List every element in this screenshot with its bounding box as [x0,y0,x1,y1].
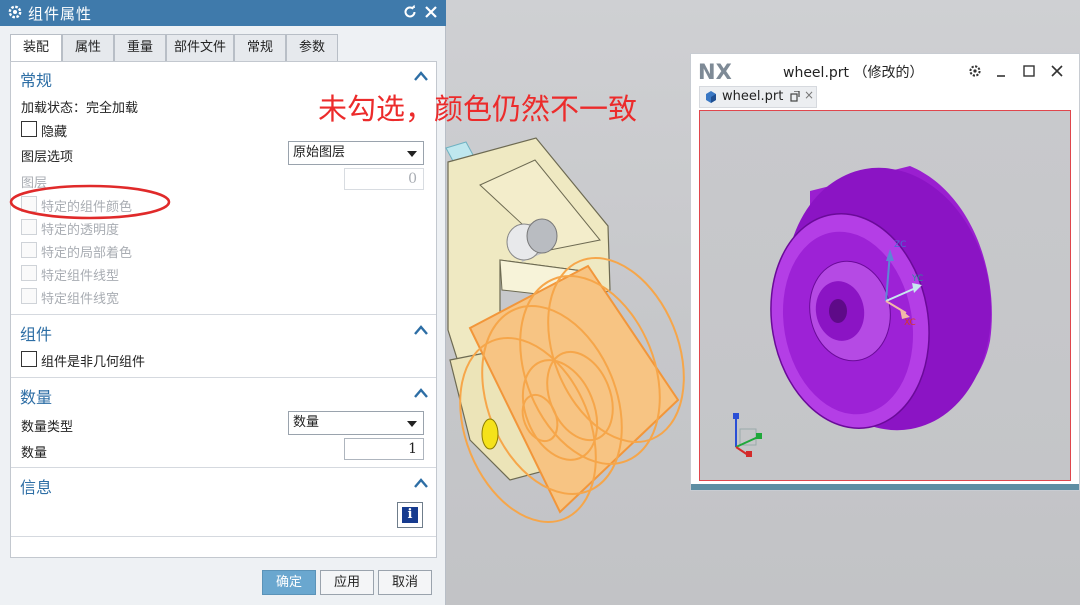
quantity-type-select[interactable]: 数量 [288,411,424,435]
section-divider [11,536,436,537]
tab-weight[interactable]: 重量 [114,34,166,62]
tab-bar: 装配 属性 重量 部件文件 常规 参数 [10,34,438,63]
cancel-button[interactable]: 取消 [378,570,432,595]
hidden-label: 隐藏 [41,125,68,140]
chevron-up-icon[interactable] [414,71,428,81]
specific-line-type-checkbox[interactable] [21,265,37,281]
section-divider [11,377,436,378]
assembly-viewport-scene [445,137,685,523]
ok-button[interactable]: 确定 [262,570,316,595]
non-geometric-checkbox[interactable] [21,351,37,367]
layer-option-select[interactable]: 原始图层 [288,141,424,165]
view-triad-icon [733,413,762,457]
reset-icon[interactable] [402,4,418,20]
highlight-ellipse [9,184,171,220]
close-icon[interactable] [1049,63,1065,79]
tab-close-icon[interactable]: × [804,88,814,102]
tab-parameters[interactable]: 参数 [286,34,338,62]
specific-partial-shading-checkbox[interactable] [21,242,37,258]
maximize-icon[interactable] [1021,63,1037,79]
gear-icon[interactable] [967,63,983,79]
section-info-title: 信息 [20,478,53,497]
tab-content-panel: 常规 加载状态：完全加载 隐藏 图层选项 原始图层 图层 0 特定的组件颜色 特… [10,61,437,558]
close-icon[interactable] [424,4,438,20]
tab-general[interactable]: 常规 [234,34,286,62]
section-quantity-header[interactable]: 数量 [11,381,436,407]
axis-label-z: ZC [894,240,906,250]
load-status-text: 加载状态：完全加载 [21,101,139,116]
non-geometric-label: 组件是非几何组件 [41,355,146,370]
layer-option-value: 原始图层 [293,145,346,160]
chevron-up-icon[interactable] [414,325,428,335]
apply-button[interactable]: 应用 [320,570,374,595]
section-general-title: 常规 [20,71,53,90]
graphics-area[interactable]: ZC YC XC [699,110,1071,481]
specific-line-type-label: 特定组件线型 [41,269,120,284]
info-button[interactable]: i [397,502,423,528]
layer-option-label: 图层选项 [21,150,74,165]
file-tab[interactable]: wheel.prt × [699,86,817,108]
axis-label-x: XC [904,318,916,328]
part-file-icon [706,91,716,103]
dialog-title: 组件属性 [28,5,93,23]
nx-logo: NX [698,60,732,84]
quantity-field[interactable]: 1 [344,438,424,460]
chevron-up-icon[interactable] [414,388,428,398]
layer-field[interactable]: 0 [344,168,424,190]
info-icon: i [402,507,418,523]
dropdown-arrow-icon [407,151,417,157]
tab-part-file[interactable]: 部件文件 [166,34,234,62]
tab-assembly[interactable]: 装配 [10,34,62,63]
pin-icon[interactable] [789,91,800,103]
chevron-up-icon[interactable] [414,478,428,488]
annotation-note: 未勾选，颜色仍然不一致 [318,92,638,126]
axis-label-y: YC [911,274,923,284]
preview-window-title: wheel.prt （修改的） [783,65,924,81]
yellow-hub [481,418,499,450]
purple-wheel-model: ZC YC XC [733,166,992,457]
file-tab-label: wheel.prt [722,89,784,104]
quantity-label: 数量 [21,446,48,461]
specific-partial-shading-label: 特定的局部着色 [41,246,133,261]
quantity-type-label: 数量类型 [21,420,74,435]
specific-line-width-label: 特定组件线宽 [41,292,120,307]
specific-line-width-checkbox[interactable] [21,288,37,304]
section-info-header[interactable]: 信息 [11,471,436,497]
minimize-icon[interactable] [993,63,1009,79]
section-divider [11,467,436,468]
preview-window: NX wheel.prt （修改的） wheel.prt × ZC YC XC [690,53,1080,491]
window-bottom-strip [691,484,1079,490]
section-quantity-title: 数量 [20,388,53,407]
section-divider [11,314,436,315]
section-component-header[interactable]: 组件 [11,318,436,344]
quantity-type-value: 数量 [293,415,320,430]
hidden-checkbox[interactable] [21,121,37,137]
dropdown-arrow-icon [407,421,417,427]
section-component-title: 组件 [20,325,53,344]
dialog-titlebar: 组件属性 [0,0,446,26]
gear-icon[interactable] [6,3,24,21]
tab-attributes[interactable]: 属性 [62,34,114,62]
